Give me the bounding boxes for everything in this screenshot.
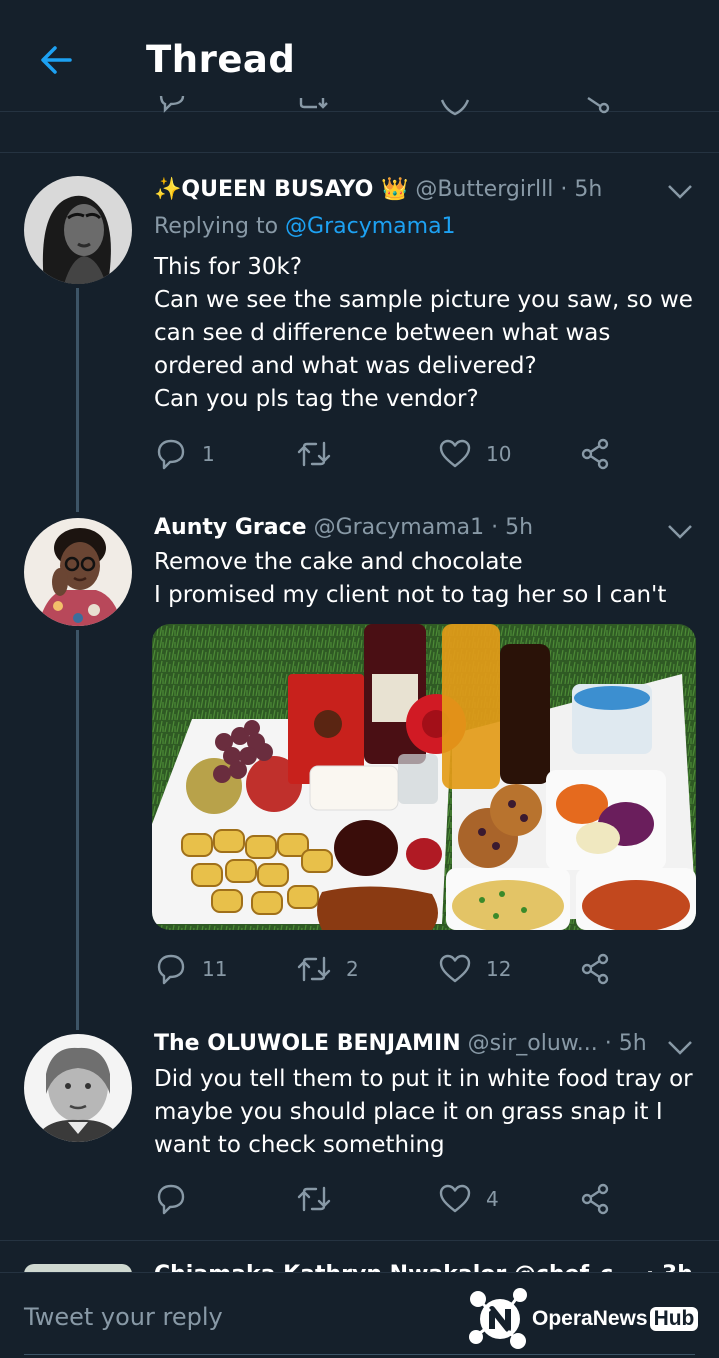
tweet-header: The OLUWOLE BENJAMIN @sir_oluw... · 5h	[154, 1031, 647, 1056]
retweet-icon[interactable]	[297, 96, 333, 126]
arrow-left-icon[interactable]	[36, 40, 76, 80]
tweet-text: Remove the cake and chocolate I promised…	[154, 549, 667, 608]
share-icon[interactable]	[580, 96, 614, 126]
watermark-badge: Hub	[649, 1307, 699, 1331]
avatar[interactable]	[24, 1034, 132, 1142]
display-name[interactable]: ✨QUEEN BUSAYO 👑	[154, 177, 408, 202]
page-title: Thread	[146, 38, 296, 81]
share-icon	[581, 438, 609, 470]
chevron-down-icon[interactable]	[667, 1040, 693, 1056]
like-count: 12	[486, 957, 512, 981]
reply-button[interactable]: 11	[154, 952, 227, 986]
heart-icon	[439, 1184, 471, 1213]
share-button[interactable]	[579, 952, 613, 986]
handle[interactable]: @sir_oluw...	[468, 1031, 598, 1056]
tweet-text: Did you tell them to put it in white foo…	[154, 1066, 693, 1158]
like-button[interactable]: 10	[438, 437, 511, 471]
tweet-actions: 1 10	[154, 437, 634, 477]
tweet-text: This for 30k? Can we see the sample pict…	[154, 254, 693, 412]
previous-tweet-actions	[0, 96, 719, 126]
heart-icon[interactable]	[438, 96, 472, 126]
heart-icon	[439, 439, 471, 468]
avatar[interactable]	[24, 176, 132, 284]
watermark-text: OperaNews Hub	[532, 1307, 699, 1331]
share-icon	[581, 953, 609, 985]
replying-to-handle[interactable]: @Gracymama1	[285, 214, 456, 239]
avatar[interactable]	[24, 518, 132, 626]
input-underline	[24, 1354, 695, 1355]
reply-icon[interactable]	[155, 96, 189, 126]
thread-line	[76, 630, 79, 1030]
retweet-button[interactable]	[296, 437, 346, 471]
timestamp: · 5h	[491, 515, 534, 540]
reply-composer: Tweet your reply OperaNews Hub	[0, 1272, 719, 1358]
retweet-button[interactable]: 2	[296, 952, 359, 986]
reply-button[interactable]	[154, 1182, 202, 1216]
like-count: 10	[486, 442, 512, 466]
operanews-hub-logo: OperaNews Hub	[466, 1285, 706, 1351]
divider	[0, 1240, 719, 1241]
heart-icon	[439, 954, 471, 983]
retweet-icon	[297, 1186, 331, 1212]
like-count: 4	[486, 1187, 499, 1211]
thread-line	[76, 288, 79, 512]
tweet-header: Aunty Grace @Gracymama1 · 5h	[154, 515, 533, 540]
retweet-count: 2	[346, 957, 359, 981]
tweet-header: ✨QUEEN BUSAYO 👑 @Buttergirlll · 5h	[154, 177, 602, 202]
reply-icon	[157, 954, 185, 985]
display-name[interactable]: The OLUWOLE BENJAMIN	[154, 1031, 461, 1056]
operanews-logo-icon	[469, 1288, 527, 1349]
display-name[interactable]: Aunty Grace	[154, 515, 307, 540]
watermark-brand: OperaNews	[532, 1307, 648, 1330]
retweet-icon	[297, 956, 331, 982]
like-button[interactable]: 4	[438, 1182, 499, 1216]
retweet-icon	[297, 441, 331, 467]
replying-to: Replying to @Gracymama1	[154, 214, 456, 239]
replying-to-label: Replying to	[154, 214, 279, 239]
reply-input[interactable]: Tweet your reply	[24, 1303, 223, 1331]
like-button[interactable]: 12	[438, 952, 511, 986]
reply-count: 1	[202, 442, 215, 466]
share-button[interactable]	[579, 437, 613, 471]
timestamp: · 5h	[560, 177, 603, 202]
chevron-down-icon[interactable]	[667, 184, 693, 200]
tweet-actions: 11 2 12	[154, 952, 634, 992]
share-button[interactable]	[579, 1182, 613, 1216]
tweet-actions: 4	[154, 1182, 634, 1222]
reply-button[interactable]: 1	[154, 437, 215, 471]
reply-icon	[157, 1184, 185, 1215]
retweet-button[interactable]	[296, 1182, 346, 1216]
handle[interactable]: @Gracymama1	[314, 515, 485, 540]
reply-count: 11	[202, 957, 228, 981]
share-icon	[581, 1183, 609, 1215]
tweet-photo[interactable]	[152, 624, 696, 930]
timestamp: · 5h	[604, 1031, 647, 1056]
divider	[0, 152, 719, 153]
reply-icon	[157, 439, 185, 470]
handle[interactable]: @Buttergirlll	[415, 177, 553, 202]
chevron-down-icon[interactable]	[667, 524, 693, 540]
